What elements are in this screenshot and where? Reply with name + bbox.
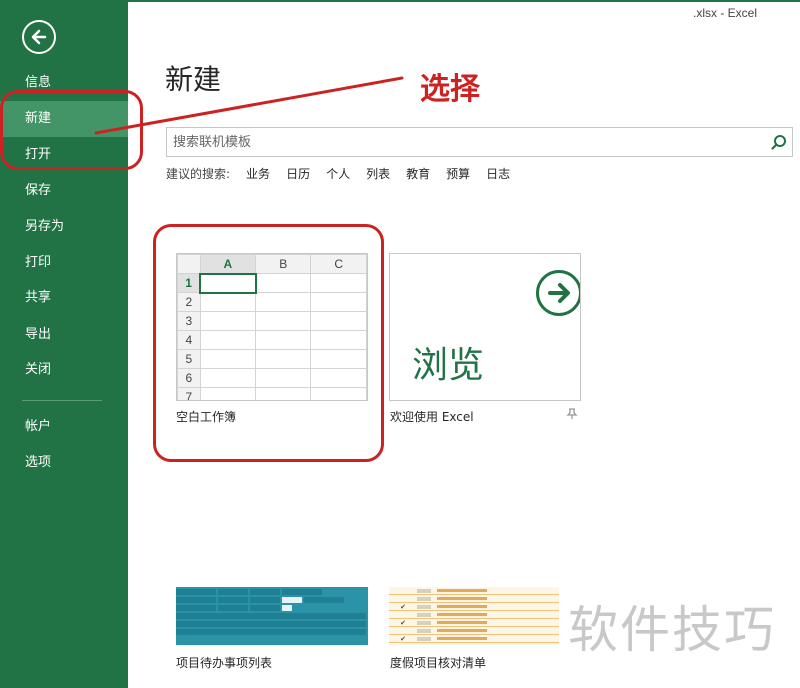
sidebar-item-save-as[interactable]: 另存为	[0, 209, 128, 245]
sidebar-divider	[22, 400, 102, 401]
search-input[interactable]	[173, 128, 753, 156]
suggested-searches: 建议的搜索: 业务 日历 个人 列表 教育 预算 日志	[166, 164, 526, 182]
search-box	[166, 127, 793, 157]
annotation-highlight-blank-workbook	[153, 224, 384, 462]
template-caption-project-todo[interactable]: 项目待办事项列表	[176, 654, 272, 671]
back-button[interactable]	[22, 20, 56, 54]
project-todo-template-thumbnail[interactable]	[176, 587, 368, 645]
suggested-searches-label: 建议的搜索:	[166, 166, 231, 181]
title-bar-accent	[128, 0, 800, 2]
suggested-link-calendar[interactable]: 日历	[286, 165, 310, 182]
watermark: 软件技巧	[568, 601, 776, 659]
suggested-link-list[interactable]: 列表	[366, 165, 390, 182]
template-caption-welcome[interactable]: 欢迎使用 Excel	[390, 408, 474, 425]
annotation-highlight-new	[0, 90, 143, 170]
suggested-link-education[interactable]: 教育	[406, 165, 430, 182]
sidebar-item-account[interactable]: 帐户	[0, 409, 128, 445]
browse-label: 浏览	[412, 345, 485, 386]
window-title: .xlsx - Excel	[693, 6, 758, 20]
arrow-left-icon	[31, 29, 47, 45]
suggested-link-personal[interactable]: 个人	[326, 165, 350, 182]
vacation-checklist-template-thumbnail[interactable]: ✔ ✔ ✔	[389, 587, 559, 645]
arrow-right-circle-icon	[536, 270, 580, 316]
search-icon[interactable]	[770, 134, 788, 152]
suggested-link-business[interactable]: 业务	[246, 165, 270, 182]
sidebar-item-share[interactable]: 共享	[0, 280, 128, 316]
annotation-label: 选择	[420, 72, 480, 107]
sidebar-item-options[interactable]: 选项	[0, 445, 128, 481]
sidebar-item-export[interactable]: 导出	[0, 317, 128, 353]
template-caption-vacation-checklist[interactable]: 度假项目核对清单	[390, 654, 486, 671]
sidebar-item-save[interactable]: 保存	[0, 173, 128, 209]
sidebar-item-close[interactable]: 关闭	[0, 352, 128, 388]
page-title: 新建	[165, 63, 222, 96]
welcome-excel-template[interactable]: 浏览	[389, 253, 581, 401]
suggested-link-budget[interactable]: 预算	[446, 165, 470, 182]
sidebar-item-print[interactable]: 打印	[0, 245, 128, 281]
pin-icon[interactable]	[566, 408, 578, 420]
suggested-link-log[interactable]: 日志	[486, 165, 510, 182]
